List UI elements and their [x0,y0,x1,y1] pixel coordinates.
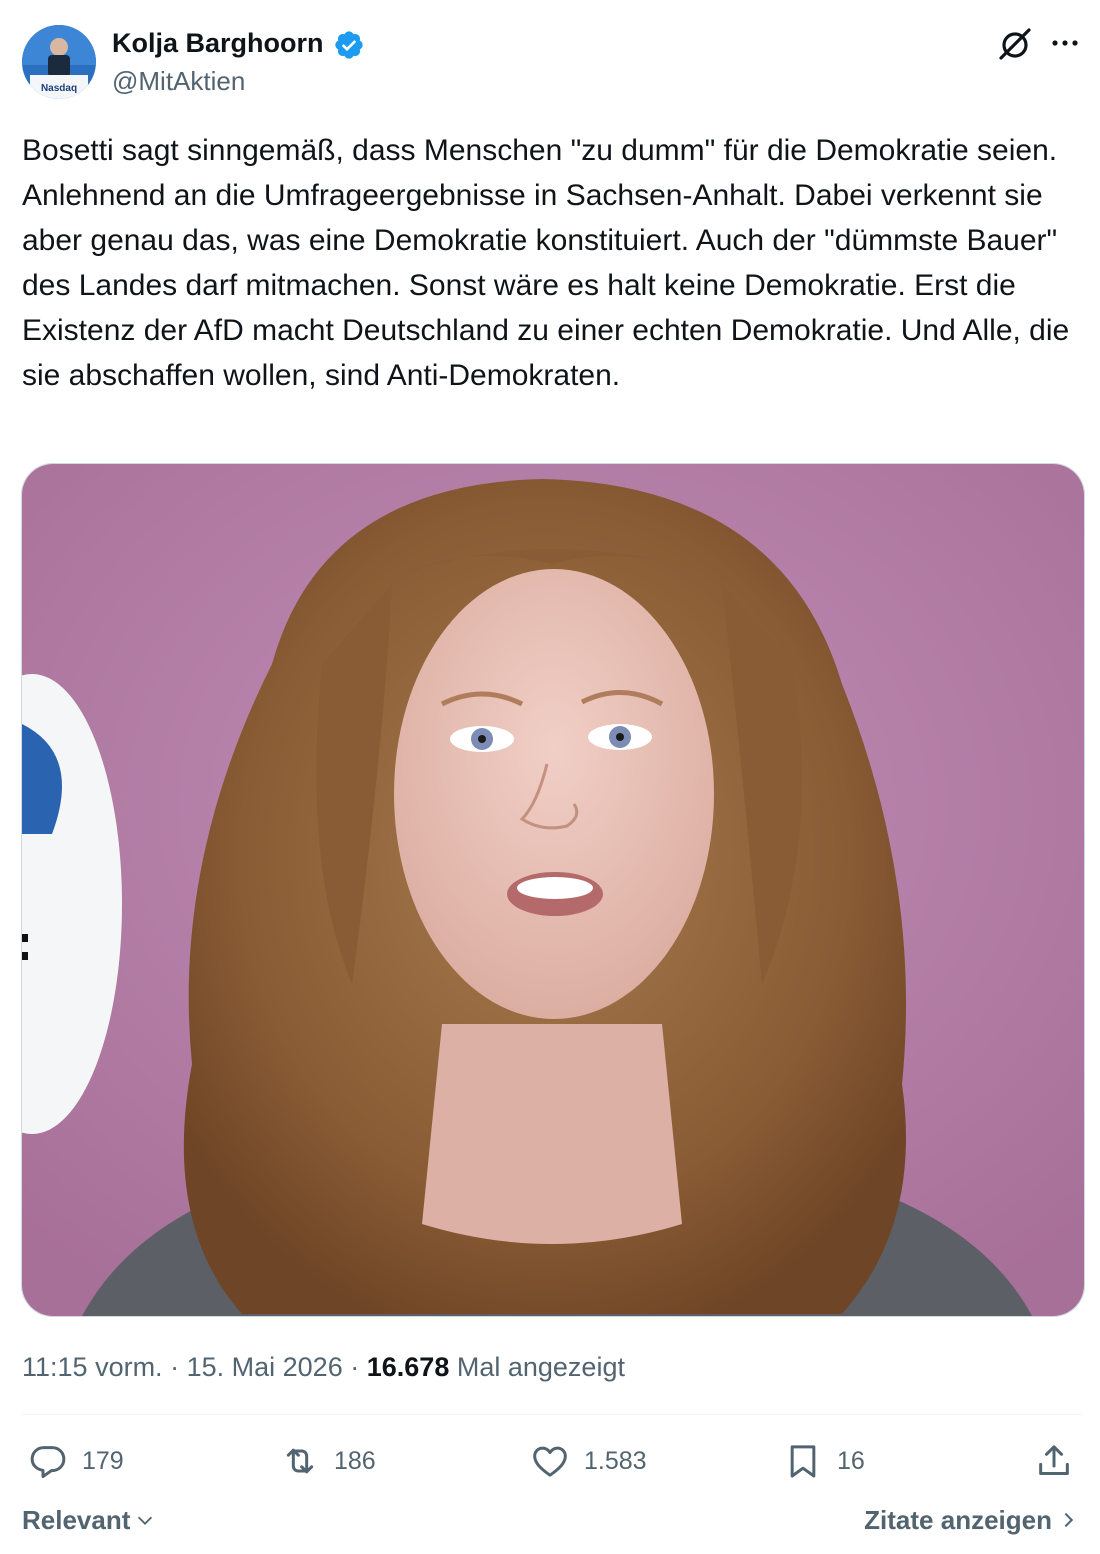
bookmark-button[interactable]: 16 [783,1435,865,1487]
chevron-down-icon [138,1516,153,1525]
more-options-icon[interactable] [1048,28,1082,58]
post-meta: 11:15 vorm. · 15. Mai 2026 · 16.678 Mal … [22,1347,625,1387]
meta-separator: · [350,1352,360,1382]
quotes-label: Zitate anzeigen [864,1505,1052,1535]
divider [22,1414,1082,1415]
sort-dropdown[interactable]: Relevant [22,1500,156,1540]
like-button[interactable]: 1.583 [530,1435,647,1487]
sort-label: Relevant [22,1505,131,1535]
share-icon [1039,1445,1069,1475]
reply-icon [30,1446,66,1478]
repost-button[interactable]: 186 [280,1435,376,1487]
bookmark-count: 16 [837,1446,865,1475]
post-text: Bosetti sagt sinngemäß, dass Menschen "z… [22,134,1070,392]
avatar-badge-text: Nasdaq [41,83,77,94]
share-button[interactable] [1034,1435,1074,1487]
views-count: 16.678 [366,1352,450,1382]
author-handle[interactable]: @MitAktien [112,64,245,98]
chevron-right-icon [1064,1512,1074,1528]
grok-icon[interactable] [996,25,1034,63]
author-avatar[interactable]: Nasdaq [22,25,96,99]
reply-button[interactable]: 179 [28,1435,124,1487]
meta-separator: · [170,1352,180,1382]
bookmark-icon [790,1445,816,1478]
post-media-image[interactable] [21,463,1085,1317]
show-quotes-link[interactable]: Zitate anzeigen [864,1500,1078,1540]
author-name[interactable]: Kolja Barghoorn [112,26,324,60]
reply-count: 179 [82,1446,124,1475]
heart-icon [533,1446,567,1477]
post-time[interactable]: 11:15 vorm. [22,1352,163,1382]
verified-badge-icon [333,29,365,61]
repost-count: 186 [334,1446,376,1475]
like-count: 1.583 [584,1446,647,1475]
views-label: Mal angezeigt [456,1352,625,1382]
post-date[interactable]: 15. Mai 2026 [187,1352,343,1382]
repost-icon [286,1448,314,1474]
